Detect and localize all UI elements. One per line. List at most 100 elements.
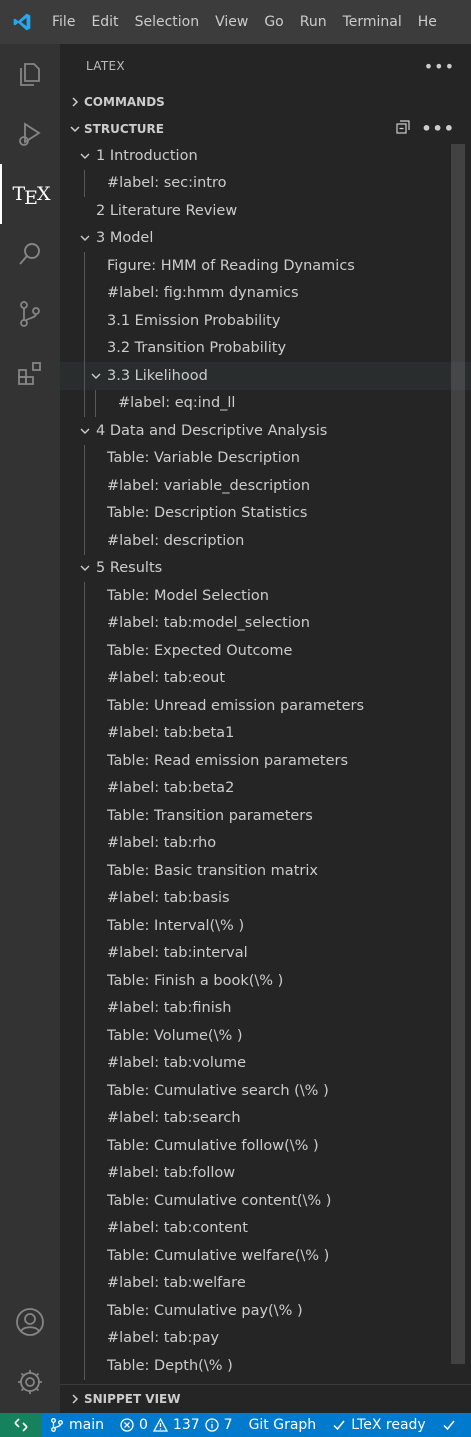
tree-item[interactable]: Table: Expected Outcome bbox=[60, 637, 471, 665]
menu-item-view[interactable]: View bbox=[207, 0, 256, 44]
indent-guide bbox=[84, 1132, 85, 1160]
tree-item[interactable]: Table: Cumulative search (\% ) bbox=[60, 1077, 471, 1105]
tree-item[interactable]: #label: tab:welfare bbox=[60, 1269, 471, 1297]
tree-item[interactable]: #label: description bbox=[60, 527, 471, 555]
tree-item[interactable]: Table: Cumulative content(\% ) bbox=[60, 1187, 471, 1215]
tree-item[interactable]: 4 Data and Descriptive Analysis bbox=[60, 417, 471, 445]
tree-item[interactable]: 3 Model bbox=[60, 225, 471, 253]
problems-status[interactable]: 0 137 7 bbox=[112, 1417, 241, 1433]
tree-item[interactable]: Table: Basic transition matrix bbox=[60, 857, 471, 885]
chevron-down-icon[interactable] bbox=[74, 150, 96, 162]
tree-item[interactable]: Table: Description Statistics bbox=[60, 499, 471, 527]
tree-item[interactable]: 5 Results bbox=[60, 555, 471, 583]
tree-item[interactable]: 1 Introduction bbox=[60, 142, 471, 170]
indent-guide bbox=[84, 527, 85, 555]
tree-item[interactable]: #label: tab:follow bbox=[60, 1159, 471, 1187]
chevron-down-icon[interactable] bbox=[74, 232, 96, 244]
accounts-icon[interactable] bbox=[0, 1292, 60, 1352]
tree-item[interactable]: #label: tab:content bbox=[60, 1214, 471, 1242]
more-actions-icon[interactable]: ••• bbox=[424, 57, 455, 76]
menu-item-selection[interactable]: Selection bbox=[127, 0, 208, 44]
tree-item-label: 3 Model bbox=[96, 230, 154, 247]
menu-item-go[interactable]: Go bbox=[256, 0, 291, 44]
tree-item[interactable]: #label: eq:ind_ll bbox=[60, 389, 471, 417]
tree-item[interactable]: Table: Cumulative pay(\% ) bbox=[60, 1297, 471, 1325]
tree-item[interactable]: Table: Depth(\% ) bbox=[60, 1352, 471, 1380]
remote-indicator-icon[interactable] bbox=[0, 1413, 42, 1437]
structure-more-icon[interactable]: ••• bbox=[421, 119, 455, 138]
menu-item-edit[interactable]: Edit bbox=[83, 0, 126, 44]
indent-guide bbox=[95, 389, 96, 417]
tree-item[interactable]: #label: tab:finish bbox=[60, 994, 471, 1022]
tree-item[interactable]: 3.2 Transition Probability bbox=[60, 334, 471, 362]
indent-guide bbox=[84, 829, 85, 857]
tex-icon[interactable]: TEX bbox=[0, 164, 60, 224]
tree-item-label: #label: tab:volume bbox=[107, 1055, 247, 1072]
menu-item-file[interactable]: File bbox=[44, 0, 83, 44]
indent-guide bbox=[84, 857, 85, 885]
tree-item-label: #label: tab:content bbox=[107, 1220, 248, 1237]
tree-item[interactable]: #label: tab:model_selection bbox=[60, 609, 471, 637]
tree-item[interactable]: 3.1 Emission Probability bbox=[60, 307, 471, 335]
tree-item[interactable]: #label: fig:hmm dynamics bbox=[60, 279, 471, 307]
tree-item[interactable]: Table: Finish a book(\% ) bbox=[60, 967, 471, 995]
tree-item[interactable]: #label: tab:pay bbox=[60, 1324, 471, 1352]
tree-item[interactable]: #label: sec:intro bbox=[60, 169, 471, 197]
scrollbar-thumb[interactable] bbox=[451, 144, 465, 1364]
tree-item[interactable]: #label: tab:rho bbox=[60, 829, 471, 857]
tree-item[interactable]: #label: tab:eout bbox=[60, 664, 471, 692]
chevron-down-icon[interactable] bbox=[74, 562, 96, 574]
explorer-icon[interactable] bbox=[0, 44, 60, 104]
extra-check-status[interactable] bbox=[434, 1418, 464, 1432]
structure-section-label: STRUCTURE bbox=[84, 121, 164, 136]
snippet-view-header[interactable]: SNIPPET VIEW bbox=[60, 1385, 471, 1412]
ltex-status[interactable]: LTeX ready bbox=[324, 1417, 434, 1433]
tree-item[interactable]: #label: tab:beta1 bbox=[60, 719, 471, 747]
run-and-debug-icon[interactable] bbox=[0, 104, 60, 164]
warning-icon bbox=[152, 1418, 168, 1432]
warning-count: 137 bbox=[172, 1417, 200, 1433]
tree-item[interactable]: #label: tab:interval bbox=[60, 939, 471, 967]
info-count: 7 bbox=[223, 1417, 233, 1433]
chevron-down-icon[interactable] bbox=[74, 425, 96, 437]
tree-item-label: #label: tab:interval bbox=[107, 945, 248, 962]
tree-item[interactable]: Table: Unread emission parameters bbox=[60, 692, 471, 720]
indent-guide bbox=[84, 994, 85, 1022]
tree-item-label: Table: Read emission parameters bbox=[107, 752, 349, 769]
tree-item[interactable]: 3.3 Likelihood bbox=[60, 362, 471, 390]
tree-item[interactable]: Table: Interval(\% ) bbox=[60, 912, 471, 940]
structure-section-header[interactable]: STRUCTURE ••• bbox=[60, 115, 471, 142]
indent-guide bbox=[84, 1187, 85, 1215]
tree-item[interactable]: Figure: HMM of Reading Dynamics bbox=[60, 252, 471, 280]
tree-item-label: Figure: HMM of Reading Dynamics bbox=[107, 257, 355, 274]
tree-item[interactable]: Table: Cumulative welfare(\% ) bbox=[60, 1242, 471, 1270]
tree-item[interactable]: #label: tab:search bbox=[60, 1104, 471, 1132]
tree-item[interactable]: Table: Read emission parameters bbox=[60, 747, 471, 775]
git-graph-button[interactable]: Git Graph bbox=[241, 1417, 325, 1433]
tree-item-label: Table: Cumulative pay(\% ) bbox=[107, 1302, 303, 1319]
tree-item-label: #label: tab:search bbox=[107, 1110, 241, 1127]
tree-item[interactable]: #label: tab:beta2 bbox=[60, 774, 471, 802]
branch-status[interactable]: main bbox=[42, 1417, 112, 1433]
ltex-label: LTeX ready bbox=[351, 1417, 426, 1433]
tree-item[interactable]: Table: Transition parameters bbox=[60, 802, 471, 830]
tree-item-label: Table: Unread emission parameters bbox=[107, 697, 365, 714]
menu-item-run[interactable]: Run bbox=[292, 0, 335, 44]
extensions-icon[interactable] bbox=[0, 344, 60, 404]
tree-item[interactable]: Table: Cumulative follow(\% ) bbox=[60, 1132, 471, 1160]
commands-section-header[interactable]: COMMANDS bbox=[60, 88, 471, 115]
chevron-down-icon[interactable] bbox=[85, 370, 107, 382]
search-icon[interactable] bbox=[0, 224, 60, 284]
manage-gear-icon[interactable] bbox=[0, 1352, 60, 1412]
tree-item[interactable]: #label: tab:basis bbox=[60, 884, 471, 912]
tree-item[interactable]: #label: variable_description bbox=[60, 472, 471, 500]
source-control-icon[interactable] bbox=[0, 284, 60, 344]
tree-item[interactable]: Table: Model Selection bbox=[60, 582, 471, 610]
collapse-all-icon[interactable] bbox=[395, 119, 411, 138]
tree-item[interactable]: Table: Variable Description bbox=[60, 444, 471, 472]
tree-item[interactable]: Table: Volume(\% ) bbox=[60, 1022, 471, 1050]
tree-item[interactable]: 2 Literature Review bbox=[60, 197, 471, 225]
menu-item-he[interactable]: He bbox=[410, 0, 445, 44]
menu-item-terminal[interactable]: Terminal bbox=[335, 0, 410, 44]
tree-item[interactable]: #label: tab:volume bbox=[60, 1049, 471, 1077]
